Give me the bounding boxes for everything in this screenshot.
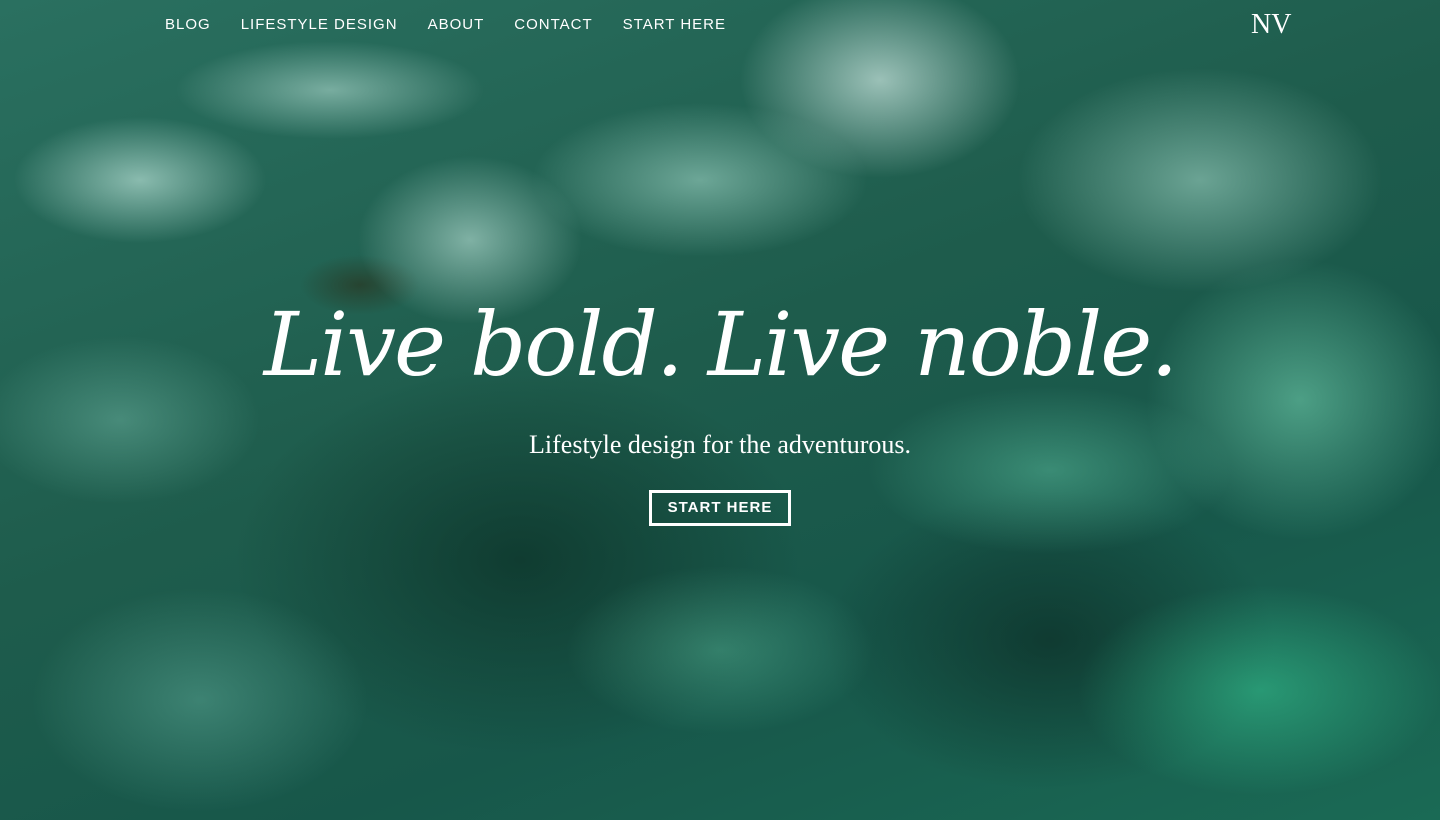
hero-section: BLOG LIFESTYLE DESIGN ABOUT CONTACT STAR… (0, 0, 1440, 820)
nav-item-lifestyle-design[interactable]: LIFESTYLE DESIGN (241, 15, 398, 35)
nav-item-start-here[interactable]: START HERE (623, 15, 726, 35)
hero-headline: Live bold. Live noble. (263, 293, 1179, 396)
nav-item-contact[interactable]: CONTACT (514, 15, 592, 35)
nav-item-blog[interactable]: BLOG (165, 15, 211, 35)
site-logo[interactable]: NV (1251, 8, 1291, 42)
nav-item-about[interactable]: ABOUT (428, 15, 485, 35)
main-nav: BLOG LIFESTYLE DESIGN ABOUT CONTACT STAR… (165, 15, 726, 35)
start-here-button[interactable]: START HERE (649, 490, 791, 526)
hero-tagline: Lifestyle design for the adventurous. (529, 430, 911, 459)
